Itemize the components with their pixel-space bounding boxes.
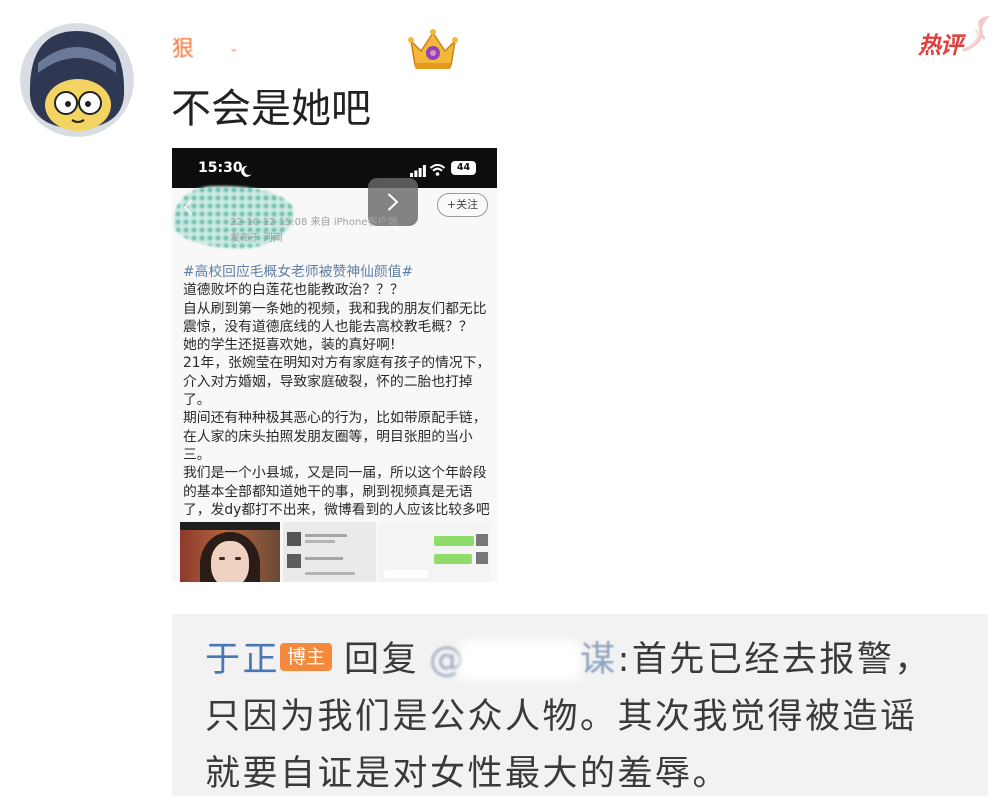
post-line: 21年，张婉莹在明知对方有家庭有孩子的情况下， <box>183 355 491 372</box>
post-photo-portrait <box>180 522 280 582</box>
post-body: #高校回应毛概女老师被赞神仙颜值# 道德败坏的白莲花也能教政治？？？ 自从刷到第… <box>183 263 495 519</box>
battery-indicator: 44 <box>451 161 476 175</box>
wifi-icon <box>429 161 446 176</box>
mention-tail[interactable]: 谋 <box>580 640 618 680</box>
post-line: 震惊，没有道德底线的人也能去高校教毛概？？ <box>183 318 473 335</box>
chat-avatar <box>287 554 301 568</box>
crown-badge-icon[interactable] <box>407 27 459 73</box>
photo-caption-strip <box>180 522 280 530</box>
hot-comment-label: 热评 <box>918 33 963 59</box>
chat-bubble <box>434 554 472 564</box>
chat-text-bar <box>305 534 347 537</box>
post-hashtag: #高校回应毛概女老师被赞神仙颜值# <box>183 264 414 280</box>
cartoon-avatar-icon <box>20 23 134 137</box>
chat-text-bar <box>305 572 355 575</box>
post-location: 发布于 河南 <box>230 233 284 244</box>
post-line: 在人家的床头拍照发朋友圈等，明目张胆的当小 <box>183 428 473 445</box>
comment-username[interactable]: 狠 <box>172 36 194 64</box>
back-arrow-icon <box>183 199 193 216</box>
post-line: 了，发dy都打不出来，微博看到的人应该比较多吧 <box>183 501 490 518</box>
user-avatar[interactable] <box>20 23 134 137</box>
chevron-right-icon <box>388 193 399 211</box>
follow-button: +关注 <box>437 193 488 217</box>
chat-text-bar <box>305 540 335 543</box>
signal-icon <box>410 162 426 177</box>
chat-avatar <box>476 552 488 564</box>
chat-bubble <box>434 536 474 546</box>
post-line: 了。 <box>183 392 211 409</box>
reply-author-link[interactable]: 于正 <box>205 640 280 680</box>
chat-text-bar <box>305 557 343 560</box>
post-line: 的基本全部都知道她干的事，刷到视频真是无语 <box>183 483 473 500</box>
post-line: 期间还有种种极其恶心的行为，比如带原配手链， <box>183 410 487 427</box>
post-photo-chat-1 <box>283 522 376 582</box>
photo-eye <box>235 557 241 560</box>
username-tail-mark: - <box>231 40 237 59</box>
post-line: 她的学生还挺喜欢她，装的真好啊! <box>183 337 396 354</box>
chat-bubble <box>384 570 428 578</box>
post-line: 我们是一个小县城，又是同一届，所以这个年龄段 <box>183 465 487 482</box>
comment-image[interactable]: 15:30 44 +关注 22-10-12 15:08 来自 iPhone客户端… <box>172 148 497 582</box>
reply-line: 于正 博主 回复 @ 谋:首先已经去报警， <box>205 632 932 689</box>
photo-face <box>211 541 249 582</box>
reply-line: 就要自证是对女性最大的羞辱。 <box>205 754 731 794</box>
post-line: 道德败坏的白莲花也能教政治？？？ <box>183 282 404 299</box>
reply-text-segment: :首先已经去报警， <box>617 640 932 680</box>
chat-avatar <box>287 532 301 546</box>
chat-avatar <box>476 534 488 546</box>
post-meta: 22-10-12 15:08 来自 iPhone客户端 <box>230 217 398 228</box>
mention-link[interactable]: @ <box>429 640 464 680</box>
post-line: 三。 <box>183 446 211 463</box>
photo-eye <box>219 557 225 560</box>
blogger-badge: 博主 <box>280 643 333 671</box>
post-line: 介入对方婚姻，导致家庭破裂，怀的二胎也打掉 <box>183 373 473 390</box>
mention-redaction <box>460 641 581 681</box>
post-photo-chat-2 <box>378 522 490 582</box>
status-time: 15:30 <box>198 160 243 176</box>
reply-box[interactable]: 于正 博主 回复 @ 谋:首先已经去报警， 只因为我们是公众人物。其次我觉得被造谣 就要… <box>172 614 988 796</box>
comment-text: 不会是她吧 <box>171 86 371 132</box>
reply-content: 于正 博主 回复 @ 谋:首先已经去报警， 只因为我们是公众人物。其次我觉得被造谣 就要… <box>205 632 932 803</box>
moon-icon <box>241 162 252 177</box>
post-line: 自从刷到第一条她的视频，我和我的朋友们都无比 <box>183 300 487 317</box>
reply-label: 回复 <box>344 640 420 680</box>
reply-line: 只因为我们是公众人物。其次我觉得被造谣 <box>205 697 918 737</box>
